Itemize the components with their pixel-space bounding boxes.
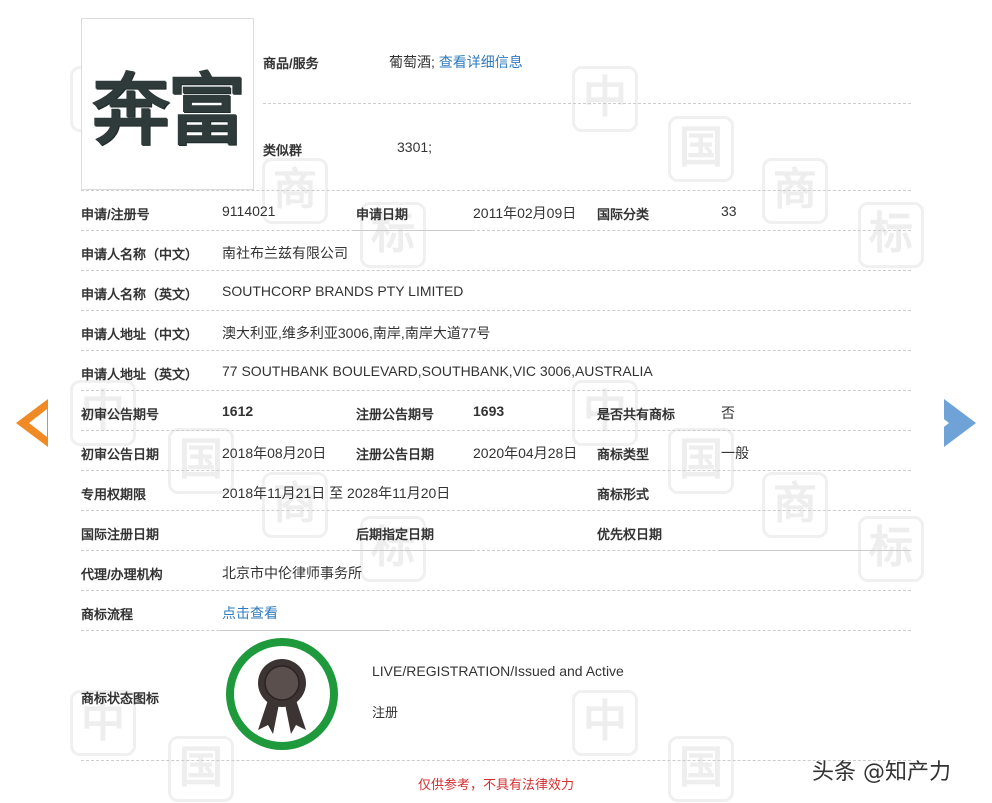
reg-pub-date-value: 2020年04月28日 (473, 445, 578, 461)
applicant-en-label: 申请人名称（英文） (81, 287, 199, 302)
divider (81, 230, 911, 231)
brand-watermark: 头条 @知产力 (812, 760, 951, 785)
address-en-label: 申请人地址（英文） (81, 367, 199, 382)
goods-detail-link[interactable]: 查看详细信息 (439, 54, 523, 70)
intl-reg-date-label: 国际注册日期 (81, 527, 160, 542)
status-badge-icon (226, 638, 338, 750)
exclusive-period-value: 2018年11月21日 至 2028年11月20日 (222, 485, 451, 501)
prelim-no-value: 1612 (222, 403, 254, 419)
agent-label: 代理/办理机构 (81, 567, 163, 582)
address-cn-label: 申请人地址（中文） (81, 327, 199, 342)
next-arrow-icon[interactable] (931, 399, 976, 447)
divider (81, 470, 911, 471)
flow-label: 商标流程 (81, 607, 134, 622)
applicant-cn-value: 南社布兰兹有限公司 (222, 245, 348, 261)
reg-no-label: 申请/注册号 (81, 207, 150, 222)
divider (81, 350, 911, 351)
divider (81, 190, 911, 191)
divider (81, 510, 911, 511)
reg-no-value: 9114021 (222, 203, 276, 219)
reg-pub-no-value: 1693 (473, 403, 505, 419)
agent-value: 北京市中伦律师事务所 (222, 565, 362, 581)
intl-class-label: 国际分类 (597, 207, 650, 222)
watermark-zhong: 中 (572, 690, 638, 756)
intl-class-value: 33 (721, 203, 737, 219)
status-english: LIVE/REGISTRATION/Issued and Active (372, 663, 624, 679)
apply-date-value: 2011年02月09日 (473, 205, 577, 221)
reg-pub-no-label: 注册公告期号 (356, 407, 435, 422)
watermark-guo: 国 (668, 116, 734, 182)
divider (263, 103, 911, 104)
status-icon-label: 商标状态图标 (81, 691, 160, 706)
prelim-date-value: 2018年08月20日 (222, 445, 327, 461)
prelim-date-label: 初审公告日期 (81, 447, 160, 462)
trademark-mark-text: 奔富 (91, 66, 245, 156)
similar-group-label: 类似群 (263, 143, 303, 158)
divider (81, 760, 911, 761)
exclusive-period-label: 专用权期限 (81, 487, 147, 502)
priority-date-label: 优先权日期 (597, 527, 663, 542)
applicant-cn-label: 申请人名称（中文） (81, 247, 199, 262)
tm-type-value: 一般 (721, 445, 749, 461)
divider (81, 310, 911, 311)
watermark-biao: 标 (858, 516, 924, 582)
divider (81, 630, 911, 631)
watermark-shang: 商 (262, 472, 328, 538)
watermark-biao: 标 (858, 202, 924, 268)
goods-label: 商品/服务 (263, 56, 319, 71)
similar-group-value: 3301; (397, 139, 433, 155)
goods-value: 葡萄酒; (389, 54, 435, 70)
reg-pub-date-label: 注册公告日期 (356, 447, 435, 462)
divider (81, 270, 911, 271)
applicant-en-value: SOUTHCORP BRANDS PTY LIMITED (222, 283, 464, 299)
shared-value: 否 (721, 405, 735, 421)
address-cn-value: 澳大利亚,维多利亚3006,南岸,南岸大道77号 (222, 325, 491, 341)
divider (81, 550, 911, 551)
divider (81, 590, 911, 591)
prelim-no-label: 初审公告期号 (81, 407, 160, 422)
shared-label: 是否共有商标 (597, 407, 676, 422)
tm-form-label: 商标形式 (597, 487, 650, 502)
tm-type-label: 商标类型 (597, 447, 650, 462)
divider (81, 430, 911, 431)
watermark-shang: 商 (762, 472, 828, 538)
watermark-zhong: 中 (572, 66, 638, 132)
flow-link[interactable]: 点击查看 (222, 603, 278, 623)
status-chinese: 注册 (372, 705, 399, 720)
prev-arrow-icon[interactable] (16, 399, 48, 447)
later-date-label: 后期指定日期 (356, 527, 435, 542)
divider (81, 390, 911, 391)
watermark-shang: 商 (762, 158, 828, 224)
trademark-image: 奔富 (81, 18, 254, 190)
goods-value-line: 葡萄酒; 查看详细信息 (389, 52, 523, 72)
apply-date-label: 申请日期 (356, 207, 409, 222)
address-en-value: 77 SOUTHBANK BOULEVARD,SOUTHBANK,VIC 300… (222, 363, 653, 379)
